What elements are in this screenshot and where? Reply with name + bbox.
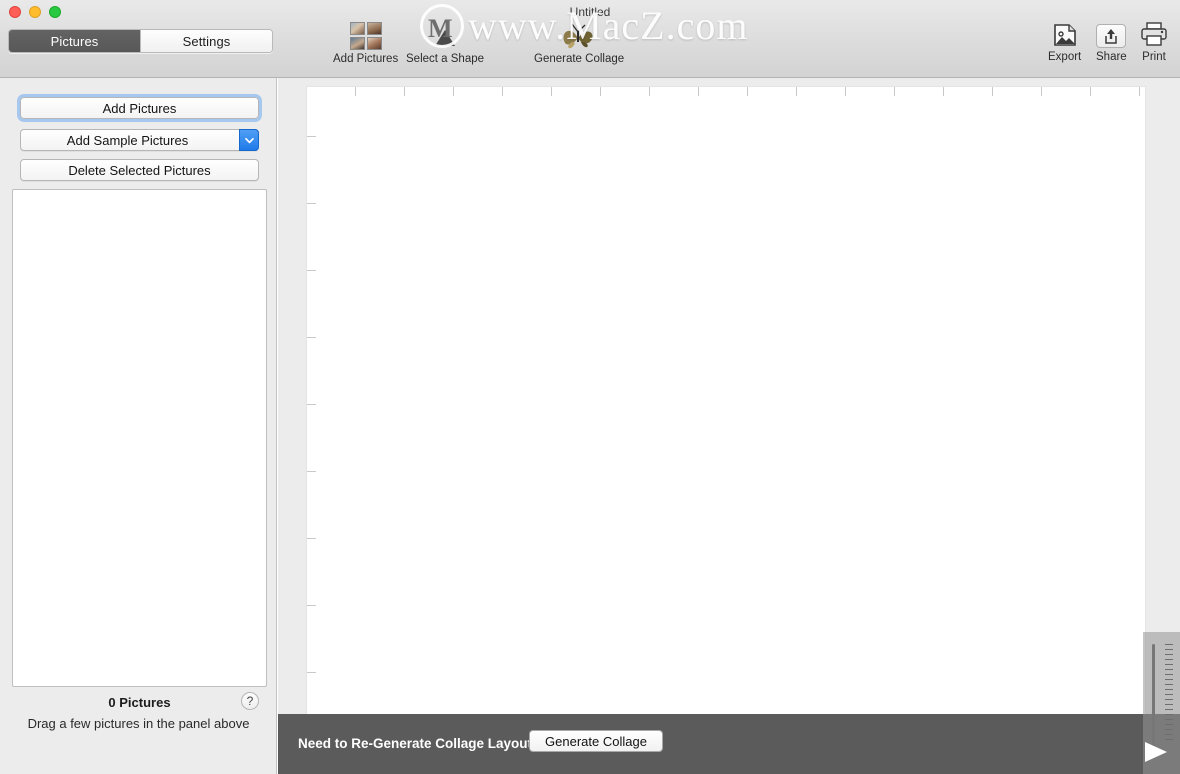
ruler-tick: [747, 87, 748, 96]
zoom-slider-track[interactable]: [1152, 644, 1155, 754]
ruler-tick: [796, 87, 797, 96]
photo-grid-icon: [349, 22, 382, 50]
ruler-tick: [355, 87, 356, 96]
ruler-tick: [845, 87, 846, 96]
toolbar-add-pictures[interactable]: Add Pictures: [333, 22, 398, 65]
ruler-tick: [404, 87, 405, 96]
zoom-tick: [1165, 644, 1173, 645]
zoom-tick: [1165, 734, 1173, 735]
ruler-tick: [1090, 87, 1091, 96]
add-pictures-button[interactable]: Add Pictures: [20, 97, 259, 119]
toolbar-generate-collage-label: Generate Collage: [534, 53, 625, 65]
ruler-tick: [1139, 87, 1140, 96]
ruler-tick: [453, 87, 454, 96]
toolbar-select-shape[interactable]: Select a Shape: [406, 22, 484, 65]
picture-count-label: 0 Pictures: [108, 694, 171, 710]
help-button[interactable]: ?: [241, 692, 259, 710]
zoom-tick: [1165, 729, 1173, 730]
regenerate-status-text: Need to Re-Generate Collage Layout: [298, 736, 533, 751]
printer-icon: [1138, 20, 1170, 48]
toolbar-share[interactable]: Share: [1096, 20, 1127, 63]
ruler-tick: [307, 404, 316, 405]
zoom-tick: [1165, 659, 1173, 660]
drag-hint-text: Drag a few pictures in the panel above: [27, 716, 250, 731]
ruler-tick: [307, 538, 316, 539]
zoom-slider[interactable]: [1143, 632, 1180, 774]
ruler-tick: [649, 87, 650, 96]
toolbar-generate-collage[interactable]: Generate Collage: [534, 22, 624, 65]
zoom-tick: [1165, 704, 1173, 705]
ruler-tick: [1041, 87, 1042, 96]
document-title: Untitled: [569, 5, 611, 19]
zoom-tick: [1165, 689, 1173, 690]
add-sample-pictures-popup[interactable]: Add Sample Pictures: [20, 129, 259, 151]
collage-canvas-sheet[interactable]: [307, 87, 1145, 714]
zoom-tick: [1165, 669, 1173, 670]
ruler-tick: [894, 87, 895, 96]
ruler-tick: [600, 87, 601, 96]
zoom-tick: [1165, 674, 1173, 675]
tab-pictures[interactable]: Pictures: [9, 30, 140, 52]
ruler-tick: [698, 87, 699, 96]
zoom-slider-ticks: [1165, 644, 1173, 756]
zoom-slider-thumb[interactable]: [1145, 742, 1167, 762]
collage-canvas-area[interactable]: [278, 78, 1180, 714]
ruler-tick: [307, 471, 316, 472]
tab-settings[interactable]: Settings: [140, 30, 272, 52]
toolbar-print-label: Print: [1142, 51, 1166, 63]
toolbar-export[interactable]: Export: [1048, 20, 1081, 63]
ruler-tick: [307, 203, 316, 204]
zoom-tick: [1165, 714, 1173, 715]
ruler-tick: [502, 87, 503, 96]
toolbar-add-pictures-label: Add Pictures: [333, 53, 399, 65]
zoom-tick: [1165, 699, 1173, 700]
generate-collage-button[interactable]: Generate Collage: [529, 730, 663, 752]
pictures-sidebar: Add Pictures Add Sample Pictures Delete …: [0, 78, 277, 774]
triangle-shape-icon: [430, 22, 460, 50]
picture-count-row: 0 Pictures ?: [12, 692, 267, 712]
zoom-tick: [1165, 694, 1173, 695]
ruler-tick: [992, 87, 993, 96]
pictures-drop-panel[interactable]: [12, 189, 267, 687]
share-arrow-icon: [1096, 20, 1127, 48]
toolbar-select-shape-label: Select a Shape: [406, 53, 485, 65]
zoom-tick: [1165, 664, 1173, 665]
ruler-tick: [943, 87, 944, 96]
status-bottom-bar: Need to Re-Generate Collage Layout Gener…: [278, 714, 1180, 774]
export-image-icon: [1050, 20, 1080, 48]
window-titlebar: Pictures Settings Untitled Add Pictures …: [0, 0, 1180, 78]
app-window: Pictures Settings Untitled Add Pictures …: [0, 0, 1180, 774]
ruler-tick: [307, 337, 316, 338]
zoom-tick: [1165, 684, 1173, 685]
zoom-tick: [1165, 739, 1173, 740]
toolbar-export-label: Export: [1048, 51, 1082, 63]
ruler-tick: [307, 605, 316, 606]
chevron-down-icon[interactable]: [239, 129, 259, 151]
zoom-tick: [1165, 724, 1173, 725]
delete-selected-pictures-button[interactable]: Delete Selected Pictures: [20, 159, 259, 181]
view-mode-segmented-control[interactable]: Pictures Settings: [8, 29, 273, 53]
zoom-tick: [1165, 709, 1173, 710]
zoom-tick: [1165, 719, 1173, 720]
zoom-tick: [1165, 654, 1173, 655]
zoom-tick: [1165, 649, 1173, 650]
toolbar-print[interactable]: Print: [1138, 20, 1170, 63]
ruler-tick: [307, 136, 316, 137]
add-sample-pictures-label: Add Sample Pictures: [66, 132, 189, 148]
ruler-tick: [551, 87, 552, 96]
zoom-tick: [1165, 679, 1173, 680]
ruler-tick: [307, 270, 316, 271]
butterfly-icon: [560, 22, 598, 50]
ruler-corner: [278, 78, 307, 87]
ruler-tick: [307, 672, 316, 673]
toolbar-share-label: Share: [1096, 51, 1127, 63]
